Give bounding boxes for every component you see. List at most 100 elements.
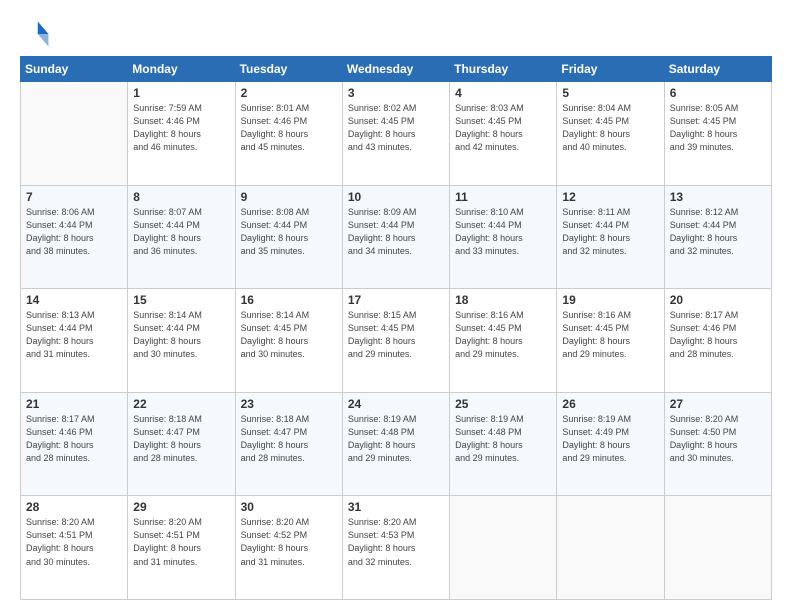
day-detail: Sunrise: 8:19 AM Sunset: 4:48 PM Dayligh… [455,413,551,465]
calendar-week-4: 28 Sunrise: 8:20 AM Sunset: 4:51 PM Dayli… [21,496,772,600]
day-detail: Sunrise: 8:09 AM Sunset: 4:44 PM Dayligh… [348,206,444,258]
page: SundayMondayTuesdayWednesdayThursdayFrid… [0,0,792,612]
day-detail: Sunrise: 8:14 AM Sunset: 4:45 PM Dayligh… [241,309,337,361]
logo-icon [20,18,52,50]
day-number: 18 [455,293,551,307]
col-header-tuesday: Tuesday [235,57,342,82]
calendar-cell: 31Sunrise: 8:20 AM Sunset: 4:53 PM Dayli… [342,496,449,600]
day-detail: Sunrise: 8:19 AM Sunset: 4:49 PM Dayligh… [562,413,658,465]
col-header-monday: Monday [128,57,235,82]
day-number: 5 [562,86,658,100]
day-detail: Sunrise: 8:16 AM Sunset: 4:45 PM Dayligh… [455,309,551,361]
day-number: 26 [562,397,658,411]
day-number: 15 [133,293,229,307]
day-number: 22 [133,397,229,411]
calendar-cell: 14Sunrise: 8:13 AM Sunset: 4:44 PM Dayli… [21,289,128,393]
calendar-cell: 13 Sunrise: 8:12 AM Sunset: 4:44 PM Dayli… [664,185,771,289]
calendar-cell: 4 Sunrise: 8:03 AM Sunset: 4:45 PM Daylig… [450,82,557,186]
day-detail: Sunrise: 8:14 AM Sunset: 4:44 PM Dayligh… [133,309,229,361]
calendar-cell: 29 Sunrise: 8:20 AM Sunset: 4:51 PM Dayli… [128,496,235,600]
day-number: 3 [348,86,444,100]
col-header-thursday: Thursday [450,57,557,82]
calendar-cell [21,82,128,186]
day-number: 10 [348,190,444,204]
day-number: 2 [241,86,337,100]
col-header-sunday: Sunday [21,57,128,82]
day-detail: Sunrise: 8:07 AM Sunset: 4:44 PM Dayligh… [133,206,229,258]
day-detail: Sunrise: 8:20 AM Sunset: 4:53 PM Dayligh… [348,516,444,568]
calendar-week-0: 1 Sunrise: 7:59 AM Sunset: 4:46 PM Daylig… [21,82,772,186]
day-number: 14 [26,293,122,307]
calendar-cell: 17 Sunrise: 8:15 AM Sunset: 4:45 PM Dayli… [342,289,449,393]
calendar-cell [664,496,771,600]
calendar-cell: 21 Sunrise: 8:17 AM Sunset: 4:46 PM Dayli… [21,392,128,496]
day-number: 27 [670,397,766,411]
calendar-cell: 2Sunrise: 8:01 AM Sunset: 4:46 PM Daylig… [235,82,342,186]
calendar-week-2: 14Sunrise: 8:13 AM Sunset: 4:44 PM Dayli… [21,289,772,393]
day-number: 23 [241,397,337,411]
calendar-cell [557,496,664,600]
day-detail: Sunrise: 8:19 AM Sunset: 4:48 PM Dayligh… [348,413,444,465]
calendar-cell: 30Sunrise: 8:20 AM Sunset: 4:52 PM Dayli… [235,496,342,600]
logo [20,18,56,50]
calendar-cell: 8 Sunrise: 8:07 AM Sunset: 4:44 PM Daylig… [128,185,235,289]
calendar-cell: 24 Sunrise: 8:19 AM Sunset: 4:48 PM Dayli… [342,392,449,496]
calendar-cell: 3 Sunrise: 8:02 AM Sunset: 4:45 PM Daylig… [342,82,449,186]
day-detail: Sunrise: 8:18 AM Sunset: 4:47 PM Dayligh… [133,413,229,465]
day-number: 19 [562,293,658,307]
calendar-cell: 12Sunrise: 8:11 AM Sunset: 4:44 PM Dayli… [557,185,664,289]
calendar-table: SundayMondayTuesdayWednesdayThursdayFrid… [20,56,772,600]
day-number: 17 [348,293,444,307]
day-number: 9 [241,190,337,204]
day-detail: Sunrise: 8:20 AM Sunset: 4:50 PM Dayligh… [670,413,766,465]
calendar-cell: 26 Sunrise: 8:19 AM Sunset: 4:49 PM Dayli… [557,392,664,496]
day-detail: Sunrise: 8:20 AM Sunset: 4:51 PM Dayligh… [133,516,229,568]
day-detail: Sunrise: 8:03 AM Sunset: 4:45 PM Dayligh… [455,102,551,154]
calendar-cell: 7 Sunrise: 8:06 AM Sunset: 4:44 PM Daylig… [21,185,128,289]
day-detail: Sunrise: 8:08 AM Sunset: 4:44 PM Dayligh… [241,206,337,258]
day-number: 8 [133,190,229,204]
calendar-cell: 25 Sunrise: 8:19 AM Sunset: 4:48 PM Dayli… [450,392,557,496]
day-detail: Sunrise: 8:17 AM Sunset: 4:46 PM Dayligh… [26,413,122,465]
day-number: 16 [241,293,337,307]
day-detail: Sunrise: 8:11 AM Sunset: 4:44 PM Dayligh… [562,206,658,258]
calendar-cell: 27 Sunrise: 8:20 AM Sunset: 4:50 PM Dayli… [664,392,771,496]
calendar-cell: 18 Sunrise: 8:16 AM Sunset: 4:45 PM Dayli… [450,289,557,393]
header [20,18,772,50]
day-detail: Sunrise: 8:16 AM Sunset: 4:45 PM Dayligh… [562,309,658,361]
calendar-cell: 28 Sunrise: 8:20 AM Sunset: 4:51 PM Dayli… [21,496,128,600]
day-number: 7 [26,190,122,204]
calendar-cell: 11 Sunrise: 8:10 AM Sunset: 4:44 PM Dayli… [450,185,557,289]
day-detail: Sunrise: 8:06 AM Sunset: 4:44 PM Dayligh… [26,206,122,258]
day-detail: Sunrise: 8:12 AM Sunset: 4:44 PM Dayligh… [670,206,766,258]
calendar-cell: 6 Sunrise: 8:05 AM Sunset: 4:45 PM Daylig… [664,82,771,186]
day-number: 4 [455,86,551,100]
day-detail: Sunrise: 8:04 AM Sunset: 4:45 PM Dayligh… [562,102,658,154]
col-header-friday: Friday [557,57,664,82]
day-number: 1 [133,86,229,100]
day-number: 21 [26,397,122,411]
calendar-week-3: 21 Sunrise: 8:17 AM Sunset: 4:46 PM Dayli… [21,392,772,496]
day-number: 11 [455,190,551,204]
day-number: 28 [26,500,122,514]
calendar-cell: 9 Sunrise: 8:08 AM Sunset: 4:44 PM Daylig… [235,185,342,289]
day-number: 20 [670,293,766,307]
day-number: 6 [670,86,766,100]
day-detail: Sunrise: 8:18 AM Sunset: 4:47 PM Dayligh… [241,413,337,465]
day-detail: Sunrise: 8:05 AM Sunset: 4:45 PM Dayligh… [670,102,766,154]
day-number: 24 [348,397,444,411]
day-detail: Sunrise: 8:17 AM Sunset: 4:46 PM Dayligh… [670,309,766,361]
col-header-wednesday: Wednesday [342,57,449,82]
day-number: 25 [455,397,551,411]
calendar-cell: 19 Sunrise: 8:16 AM Sunset: 4:45 PM Dayli… [557,289,664,393]
day-number: 29 [133,500,229,514]
calendar-week-1: 7 Sunrise: 8:06 AM Sunset: 4:44 PM Daylig… [21,185,772,289]
day-detail: Sunrise: 8:10 AM Sunset: 4:44 PM Dayligh… [455,206,551,258]
calendar-header-row: SundayMondayTuesdayWednesdayThursdayFrid… [21,57,772,82]
day-detail: Sunrise: 8:15 AM Sunset: 4:45 PM Dayligh… [348,309,444,361]
day-number: 13 [670,190,766,204]
day-detail: Sunrise: 8:02 AM Sunset: 4:45 PM Dayligh… [348,102,444,154]
day-detail: Sunrise: 7:59 AM Sunset: 4:46 PM Dayligh… [133,102,229,154]
day-detail: Sunrise: 8:20 AM Sunset: 4:51 PM Dayligh… [26,516,122,568]
day-detail: Sunrise: 8:20 AM Sunset: 4:52 PM Dayligh… [241,516,337,568]
